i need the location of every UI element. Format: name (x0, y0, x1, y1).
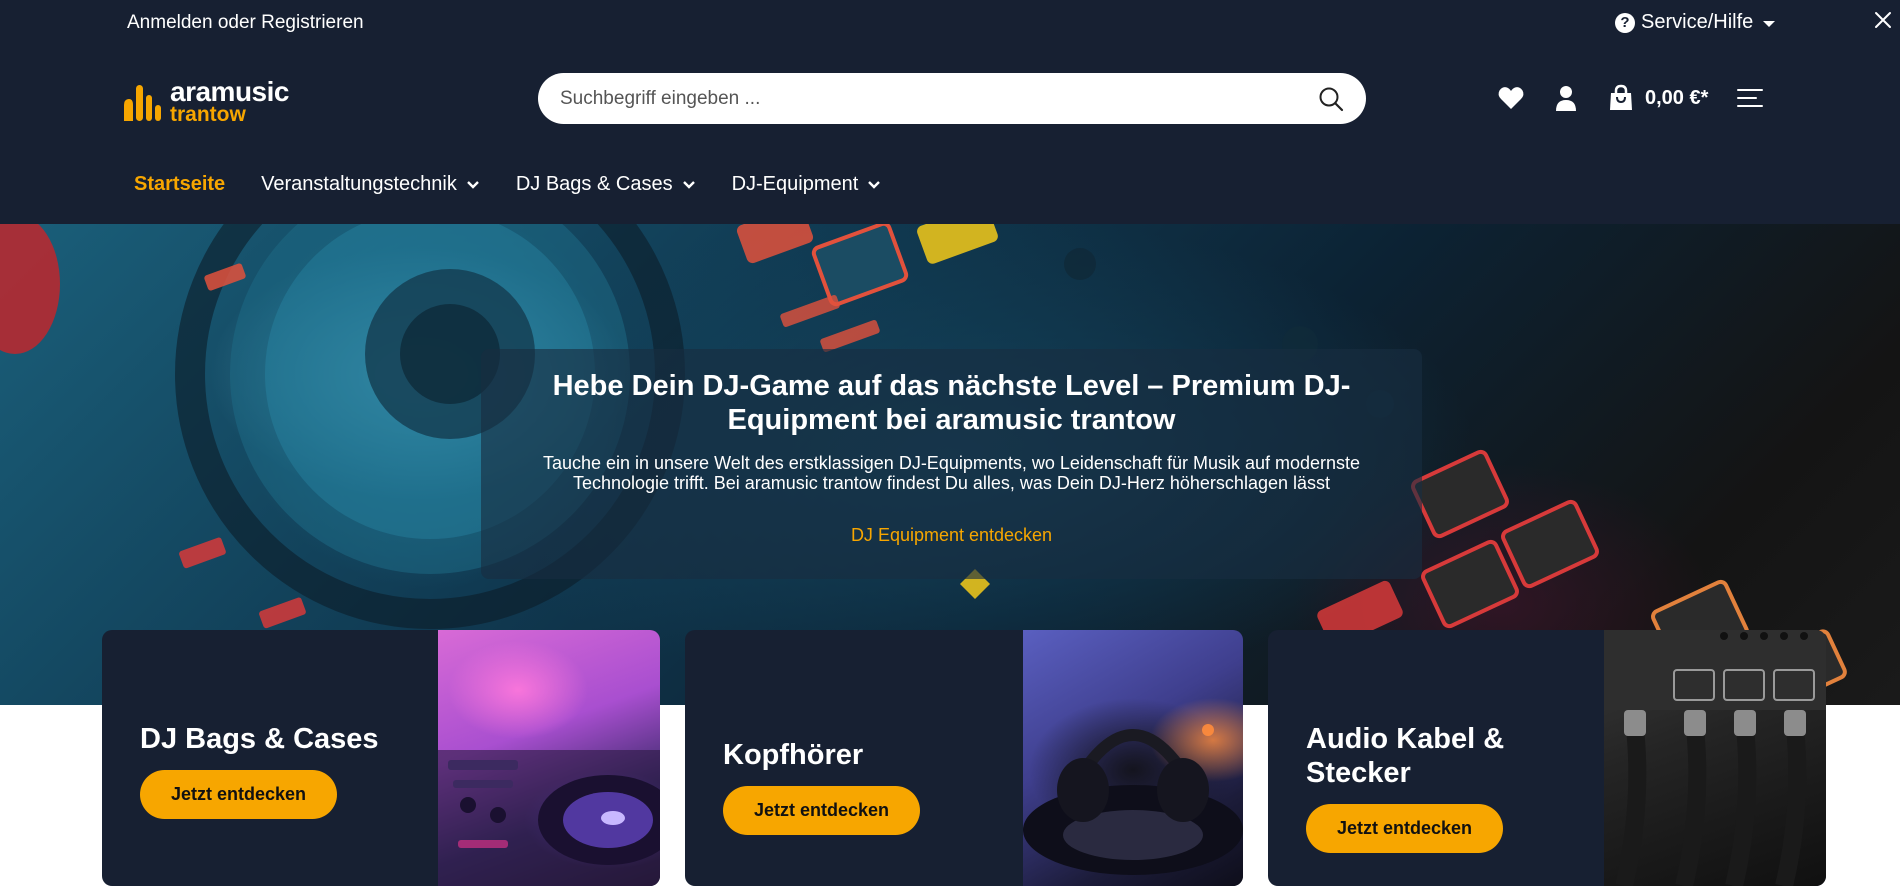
nav-item-label: Veranstaltungstechnik (261, 173, 457, 195)
user-icon[interactable] (1552, 84, 1580, 112)
dj-controller-image (438, 750, 660, 886)
category-card-audio-kabel-stecker[interactable]: Audio Kabel & Stecker Jetzt entdecken (1268, 630, 1826, 886)
logo-icon (124, 84, 161, 121)
cart-button[interactable]: 0,00 €* (1607, 84, 1708, 112)
menu-icon[interactable] (1736, 84, 1764, 112)
hero-title: Hebe Dein DJ-Game auf das nächste Level … (552, 370, 1351, 436)
hero-cta-link[interactable]: DJ Equipment entdecken (851, 525, 1052, 546)
card-discover-button[interactable]: Jetzt entdecken (140, 770, 338, 819)
search-icon[interactable] (1318, 86, 1344, 112)
card-discover-button[interactable]: Jetzt entdecken (723, 786, 921, 835)
card-title: DJ Bags & Cases (140, 723, 379, 755)
chevron-down-icon (466, 180, 479, 189)
logo[interactable]: aramusic trantow (122, 78, 289, 125)
audio-cables-image (1604, 630, 1826, 886)
nav-item-dj-equipment[interactable]: DJ-Equipment (732, 173, 882, 196)
logo-text-trantow: trantow (170, 103, 246, 126)
hero-text-box: Hebe Dein DJ-Game auf das nächste Level … (481, 349, 1422, 579)
card-image-dj-controller (438, 630, 660, 886)
logo-text-aramusic: aramusic (170, 76, 289, 107)
category-cards: DJ Bags & Cases Jetzt entdecken Kopfhöre… (102, 630, 1827, 886)
card-content: Kopfhörer Jetzt entdecken (723, 738, 993, 835)
cart-total: 0,00 €* (1645, 86, 1709, 109)
nav-item-label: DJ Bags & Cases (515, 173, 673, 195)
site-header: Anmelden oder Registrieren ? Service/Hil… (0, 0, 1900, 224)
close-icon[interactable] (1873, 10, 1893, 30)
category-card-kopfhoerer[interactable]: Kopfhörer Jetzt entdecken (685, 630, 1243, 886)
nav-item-startseite[interactable]: Startseite (134, 173, 225, 196)
card-title: Kopfhörer (723, 739, 864, 771)
nav-item-veranstaltungstechnik[interactable]: Veranstaltungstechnik (261, 173, 480, 196)
nav-item-label: Startseite (134, 173, 226, 195)
nav-item-label: DJ-Equipment (731, 173, 859, 195)
card-title: Audio Kabel & Stecker (1306, 723, 1505, 789)
service-help-label: Service/Hilfe (1641, 11, 1754, 33)
hero-text: Tauche ein in unsere Welt des erstklassi… (542, 453, 1361, 493)
card-image-audio-cables (1604, 630, 1826, 886)
nav-item-dj-bags-cases[interactable]: DJ Bags & Cases (516, 173, 696, 196)
card-image-headphones (1023, 630, 1243, 886)
service-help-dropdown[interactable]: ? Service/Hilfe (1615, 11, 1776, 34)
caret-down-icon (1763, 20, 1776, 27)
chevron-down-icon (682, 180, 695, 189)
card-content: Audio Kabel & Stecker Jetzt entdecken (1306, 722, 1576, 853)
help-icon: ? (1615, 12, 1635, 33)
card-discover-button[interactable]: Jetzt entdecken (1306, 804, 1504, 853)
shopping-bag-icon (1610, 84, 1632, 110)
login-register-link[interactable]: Anmelden oder Registrieren (127, 12, 364, 34)
heart-icon[interactable] (1497, 84, 1525, 112)
headphones-image (1023, 724, 1243, 875)
category-card-dj-bags-cases[interactable]: DJ Bags & Cases Jetzt entdecken (102, 630, 660, 886)
chevron-down-icon (868, 180, 881, 189)
header-actions: 0,00 €* (1497, 84, 1764, 112)
search-bar (538, 73, 1366, 124)
search-input[interactable] (560, 87, 1318, 110)
card-content: DJ Bags & Cases Jetzt entdecken (140, 722, 410, 819)
main-navigation: Startseite Veranstaltungstechnik DJ Bags… (134, 173, 917, 196)
